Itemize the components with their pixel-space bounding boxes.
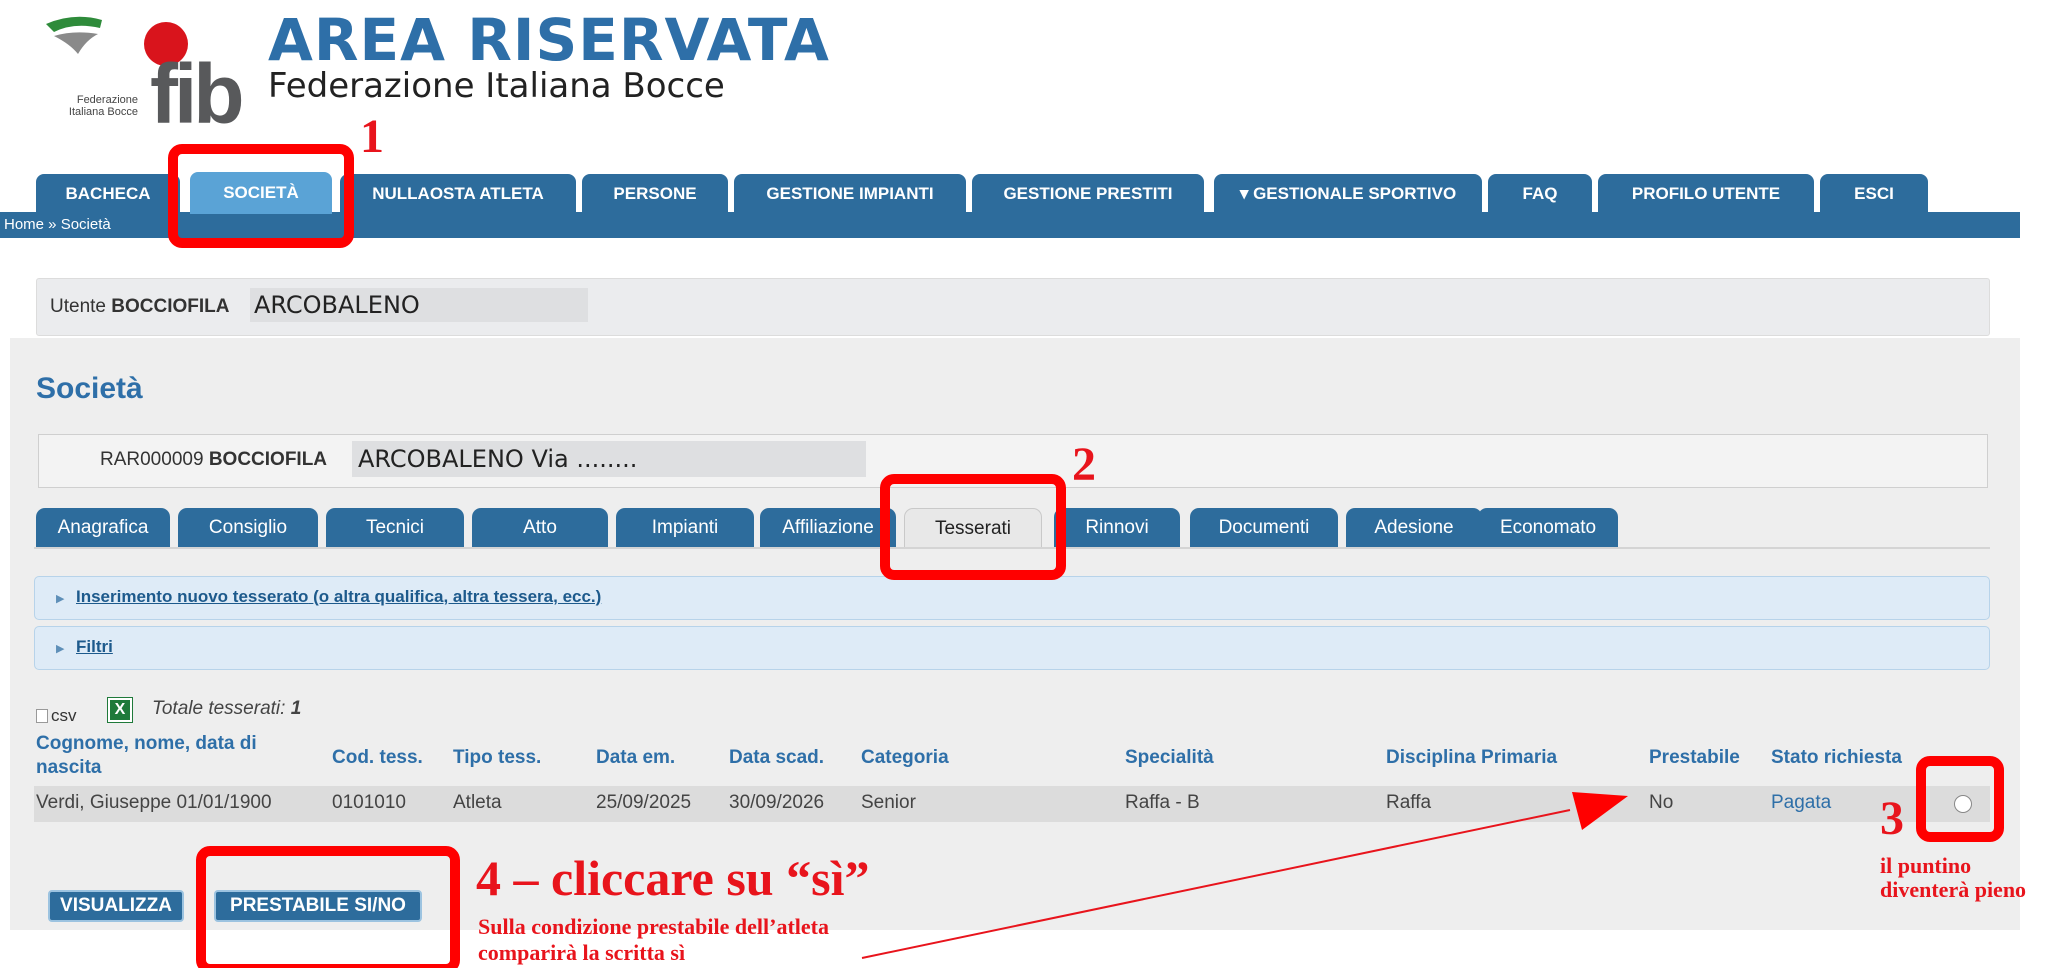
annotation-1: 1 <box>360 110 384 163</box>
annotation-4-text: Sulla condizione prestabile dell’atleta … <box>478 914 829 966</box>
tab-adesione[interactable]: Adesione <box>1346 508 1482 548</box>
society-label: RAR000009 BOCCIOFILA <box>100 449 327 471</box>
prestabile-toggle-button[interactable]: PRESTABILE SI/NO <box>214 890 422 922</box>
cell-category: Senior <box>861 792 916 813</box>
logo-sub-line2: Italiana Bocce <box>68 106 138 118</box>
logo-sub-line1: Federazione <box>76 94 138 106</box>
csv-export-icon[interactable]: csv <box>36 706 77 726</box>
col-header-loanable[interactable]: Prestabile <box>1649 746 1740 770</box>
page-title: Società <box>36 372 143 405</box>
annotation-2: 2 <box>1072 438 1096 491</box>
tab-economato[interactable]: Economato <box>1478 508 1618 548</box>
user-role: BOCCIOFILA <box>111 296 230 317</box>
nav-bar <box>0 212 2020 238</box>
tab-tesserati[interactable]: Tesserati <box>904 508 1042 548</box>
tab-anagrafica[interactable]: Anagrafica <box>36 508 170 548</box>
annotation-3-line2: diventerà pieno <box>1880 877 2027 902</box>
nav-tab-bacheca[interactable]: BACHECA <box>36 174 180 214</box>
excel-export-icon[interactable]: X <box>107 697 133 723</box>
tab-rinnovi[interactable]: Rinnovi <box>1054 508 1180 548</box>
area-subtitle: Federazione Italiana Bocce <box>268 66 725 106</box>
total-label: Totale tesserati: <box>152 698 286 719</box>
society-code: RAR000009 <box>100 449 204 470</box>
col-header-code[interactable]: Cod. tess. <box>332 746 423 770</box>
sub-tabs-baseline <box>34 547 1990 549</box>
new-member-note: (o altra qualifica, altra tessera, ecc.) <box>313 587 602 606</box>
nav-tab-gestione-prestiti[interactable]: GESTIONE PRESTITI <box>972 174 1204 214</box>
cell-discipline: Raffa <box>1386 792 1432 813</box>
col-header-type[interactable]: Tipo tess. <box>453 746 541 770</box>
col-header-expiry[interactable]: Data scad. <box>729 746 824 770</box>
tab-atto[interactable]: Atto <box>472 508 608 548</box>
filters-link[interactable]: Filtri <box>76 637 113 657</box>
tab-affiliazione[interactable]: Affiliazione <box>760 508 896 548</box>
nav-tab-societa[interactable]: SOCIETÀ <box>190 172 332 214</box>
tab-tecnici[interactable]: Tecnici <box>326 508 464 548</box>
triangle-right-icon: ▶ <box>56 643 65 655</box>
annotation-4-title: 4 – cliccare su “sì” <box>476 850 870 906</box>
society-name: ARCOBALENO Via ........ <box>352 441 866 477</box>
accordion-new-member-header[interactable]: Inserimento nuovo tesserato (o altra qua… <box>76 587 601 607</box>
cell-status-link[interactable]: Pagata <box>1771 792 1831 814</box>
col-header-specialty[interactable]: Specialità <box>1125 746 1214 770</box>
user-name: ARCOBALENO <box>250 288 588 322</box>
society-box <box>38 434 1988 488</box>
accordion-filters[interactable] <box>34 626 1990 670</box>
nav-tab-persone[interactable]: PERSONE <box>582 174 728 214</box>
society-type: BOCCIOFILA <box>208 449 328 470</box>
annotation-3: 3 <box>1880 792 1904 845</box>
triangle-right-icon: ▶ <box>56 593 65 605</box>
broken-image-icon <box>36 709 48 723</box>
nav-tab-nullaosta-atleta[interactable]: NULLAOSTA ATLETA <box>340 174 576 214</box>
total-value: 1 <box>290 698 302 719</box>
nav-tab-esci[interactable]: ESCI <box>1820 174 1928 214</box>
fib-logo: fib Federazione Italiana Bocce <box>30 8 245 136</box>
csv-alt-text: csv <box>51 706 77 725</box>
new-member-link[interactable]: Inserimento nuovo tesserato <box>76 587 308 606</box>
cell-type: Atleta <box>453 792 502 813</box>
cell-loanable: No <box>1649 792 1674 813</box>
nav-tab-faq[interactable]: FAQ <box>1488 174 1592 214</box>
cell-expiry: 30/09/2026 <box>729 792 825 813</box>
cell-issued: 25/09/2025 <box>596 792 692 813</box>
logo-wordmark: fib <box>150 47 245 141</box>
total-members: Totale tesserati: 1 <box>152 698 301 720</box>
col-header-discipline[interactable]: Disciplina Primaria <box>1386 746 1557 770</box>
tab-documenti[interactable]: Documenti <box>1190 508 1338 548</box>
row-select-radio[interactable] <box>1954 795 1972 813</box>
area-title: AREA RISERVATA <box>268 6 830 74</box>
table-row[interactable] <box>34 786 1990 822</box>
logo-swoosh-icon <box>46 16 102 54</box>
breadcrumb[interactable]: Home » Società <box>4 216 111 233</box>
annotation-3-line1: il puntino <box>1880 853 1972 878</box>
nav-tab-gestionale-sportivo[interactable]: ▾ GESTIONALE SPORTIVO <box>1214 174 1482 214</box>
cell-code: 0101010 <box>332 792 406 813</box>
annotation-3-text: il puntino diventerà pieno <box>1880 854 2026 902</box>
logo-subtitle: Federazione Italiana Bocce <box>30 94 138 118</box>
visualizza-button[interactable]: VISUALIZZA <box>48 890 184 922</box>
cell-name: Verdi, Giuseppe 01/01/1900 <box>36 792 272 813</box>
nav-tab-gestione-impianti[interactable]: GESTIONE IMPIANTI <box>734 174 966 214</box>
nav-tab-profilo-utente[interactable]: PROFILO UTENTE <box>1598 174 1814 214</box>
col-header-issued[interactable]: Data em. <box>596 746 675 770</box>
annotation-4-line1: Sulla condizione prestabile dell’atleta <box>478 914 829 939</box>
col-header-status[interactable]: Stato richiesta <box>1771 746 1902 770</box>
col-header-category[interactable]: Categoria <box>861 746 949 770</box>
tab-consiglio[interactable]: Consiglio <box>178 508 318 548</box>
annotation-4-line2: comparirà la scritta sì <box>478 940 686 965</box>
col-header-name[interactable]: Cognome, nome, data di nascita <box>36 732 296 780</box>
user-prefix: Utente <box>50 296 106 317</box>
cell-specialty: Raffa - B <box>1125 792 1200 813</box>
user-label: Utente BOCCIOFILA <box>50 296 229 318</box>
tab-impianti[interactable]: Impianti <box>616 508 754 548</box>
